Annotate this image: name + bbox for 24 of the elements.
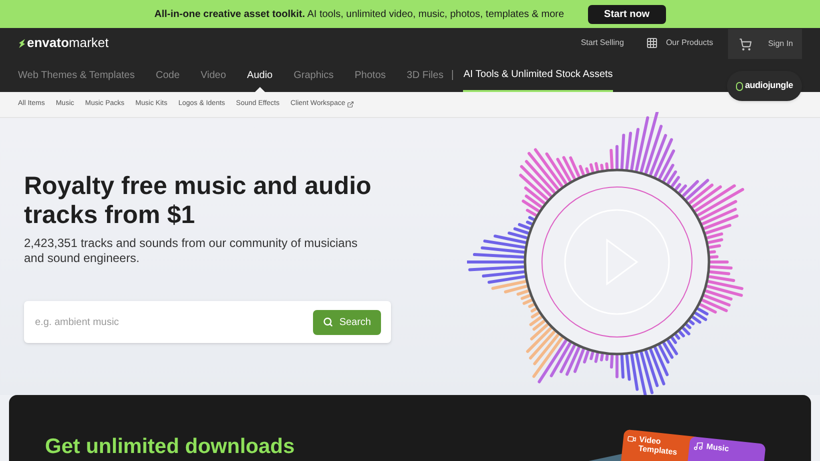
header-link[interactable]: Our Products bbox=[634, 28, 724, 58]
category-tab[interactable]: Code bbox=[156, 58, 180, 92]
logo-text[interactable]: envatomarket bbox=[27, 33, 109, 53]
external-link-icon bbox=[347, 101, 354, 108]
banner-text: All-in-one creative asset toolkit. AI tools, unlimited video, music, photos, templates & more bbox=[154, 8, 564, 22]
search-icon bbox=[323, 317, 334, 327]
category-tab[interactable]: Graphics bbox=[294, 58, 334, 92]
category-tab[interactable]: Video bbox=[200, 58, 226, 92]
music-icon bbox=[692, 440, 704, 452]
hero-title: Royalty free music and audio tracks from $1 bbox=[24, 172, 372, 230]
grid-icon bbox=[646, 37, 658, 49]
video-icon bbox=[626, 434, 637, 444]
header-link[interactable]: Sign In bbox=[728, 29, 802, 59]
audiojungle-logo-icon bbox=[736, 82, 743, 90]
promo-heading: Get unlimited downloads bbox=[45, 434, 295, 460]
category-tab[interactable]: Photos bbox=[354, 58, 386, 92]
audiojungle-badge[interactable]: audiojungle bbox=[727, 71, 802, 101]
category-tab[interactable]: 3D Files bbox=[406, 58, 444, 92]
play-icon[interactable] bbox=[564, 209, 670, 315]
start-now-button[interactable]: Start now bbox=[588, 4, 666, 24]
header-link[interactable]: Start Selling bbox=[570, 28, 635, 58]
category-tab[interactable]: Web Themes & Templates bbox=[18, 58, 135, 92]
cart-icon bbox=[739, 38, 752, 50]
hero-subtitle: 2,423,351 tracks and sounds from our community of musicians and sound engineers. bbox=[24, 236, 358, 266]
